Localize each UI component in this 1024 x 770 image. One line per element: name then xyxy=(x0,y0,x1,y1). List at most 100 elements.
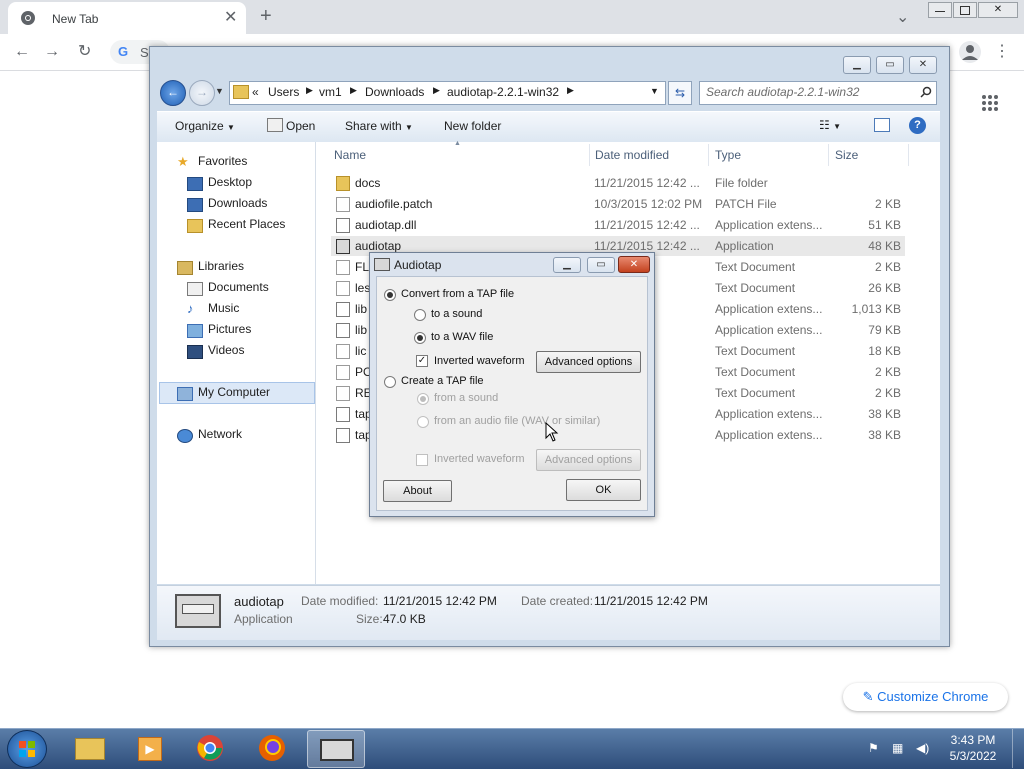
taskbar-clock[interactable]: 3:43 PM 5/3/2022 xyxy=(942,733,1004,763)
create-tap-radio[interactable] xyxy=(384,376,396,388)
file-size: 1,013 KB xyxy=(851,302,901,316)
dialog-app-icon xyxy=(374,258,390,271)
refresh-icon[interactable]: ⇆ xyxy=(668,81,692,105)
from-sound-radio[interactable] xyxy=(417,393,429,405)
inverted-waveform-checkbox-2[interactable] xyxy=(416,454,428,466)
breadcrumb-audiotap[interactable]: audiotap-2.2.1-win32 xyxy=(447,85,559,99)
new-tab-button[interactable]: + xyxy=(260,6,272,26)
nav-downloads[interactable]: Downloads xyxy=(208,196,267,210)
file-date: 11/21/2015 12:42 ... xyxy=(594,239,700,253)
new-folder-button[interactable]: New folder xyxy=(444,119,501,133)
customize-chrome-button[interactable]: ✎ Customize Chrome xyxy=(843,683,1008,711)
nav-videos[interactable]: Videos xyxy=(208,343,244,357)
nav-recent-places[interactable]: Recent Places xyxy=(208,217,285,231)
taskbar-audiotap-button[interactable] xyxy=(307,730,365,768)
address-bar[interactable]: « Users ▶ vm1 ▶ Downloads ▶ audiotap-2.2… xyxy=(229,81,666,105)
audiotap-app-icon xyxy=(175,594,221,628)
column-size[interactable]: Size xyxy=(835,148,858,162)
inverted-waveform-checkbox[interactable]: ✓ xyxy=(416,355,428,367)
explorer-close-button[interactable]: ✕ xyxy=(909,56,937,74)
action-center-icon[interactable]: ⚑ xyxy=(868,741,879,755)
taskbar-firefox-button[interactable] xyxy=(246,730,302,766)
explorer-back-button[interactable]: ← xyxy=(160,80,186,106)
taskbar-chrome-button[interactable] xyxy=(184,730,240,766)
explorer-forward-button[interactable]: → xyxy=(189,80,215,106)
google-apps-icon[interactable] xyxy=(981,94,999,112)
search-icon[interactable] xyxy=(920,86,932,98)
breadcrumb-users[interactable]: Users xyxy=(268,85,299,99)
nav-pictures[interactable]: Pictures xyxy=(208,322,251,336)
nav-desktop[interactable]: Desktop xyxy=(208,175,252,189)
minimize-button[interactable] xyxy=(928,2,952,18)
reload-icon[interactable]: ↻ xyxy=(78,44,91,60)
from-audio-file-radio[interactable] xyxy=(417,416,429,428)
back-icon[interactable]: ← xyxy=(14,44,30,60)
to-wav-radio[interactable] xyxy=(414,332,426,344)
close-window-button[interactable]: ✕ xyxy=(978,2,1018,18)
breadcrumb-downloads[interactable]: Downloads xyxy=(365,85,424,99)
dialog-title: Audiotap xyxy=(394,258,442,272)
pictures-icon xyxy=(187,324,203,338)
folder-icon xyxy=(75,738,105,760)
column-type[interactable]: Type xyxy=(715,148,741,162)
breadcrumb-overflow[interactable]: « xyxy=(252,85,259,99)
file-date: 11/21/2015 12:42 ... xyxy=(594,218,700,232)
details-created-label: Date created: xyxy=(521,594,594,608)
preview-pane-icon[interactable] xyxy=(874,118,890,132)
dialog-minimize-button[interactable]: ▁ xyxy=(553,257,581,273)
nav-libraries[interactable]: Libraries xyxy=(198,259,244,273)
media-player-icon: ▶ xyxy=(138,737,162,761)
explorer-minimize-button[interactable]: ▁ xyxy=(843,56,871,74)
forward-icon[interactable]: → xyxy=(44,44,60,60)
taskbar-media-player-button[interactable]: ▶ xyxy=(122,730,178,766)
chrome-menu-icon[interactable]: ⋮ xyxy=(994,44,1010,60)
profile-avatar[interactable] xyxy=(959,41,981,63)
close-tab-icon[interactable]: ✕ xyxy=(224,10,237,26)
nav-my-computer[interactable]: My Computer xyxy=(198,385,270,399)
address-dropdown-icon[interactable]: ▼ xyxy=(650,86,659,96)
file-row[interactable]: audiofile.patch 10/3/2015 12:02 PM PATCH F… xyxy=(331,194,905,214)
file-row[interactable]: audiotap.dll 11/21/2015 12:42 ... Applicat… xyxy=(331,215,905,235)
file-type: Application extens... xyxy=(715,302,823,316)
explorer-maximize-button[interactable]: ▭ xyxy=(876,56,904,74)
recent-pages-dropdown-icon[interactable]: ▼ xyxy=(215,86,224,96)
dll-file-icon xyxy=(336,218,350,233)
view-options-icon[interactable]: ☷ ▼ xyxy=(819,118,841,132)
restore-button[interactable] xyxy=(953,2,977,18)
file-size: 2 KB xyxy=(874,365,901,379)
show-desktop-button[interactable] xyxy=(1012,729,1024,768)
nav-documents[interactable]: Documents xyxy=(208,280,269,294)
convert-from-tap-radio[interactable] xyxy=(384,289,396,301)
to-sound-radio[interactable] xyxy=(414,309,426,321)
nav-music[interactable]: Music xyxy=(208,301,239,315)
file-name: audiotap.dll xyxy=(355,218,417,232)
inverted-waveform-label-2: Inverted waveform xyxy=(434,453,525,465)
file-name: audiofile.patch xyxy=(355,197,433,211)
nav-favorites[interactable]: Favorites xyxy=(198,154,247,168)
tab-search-icon[interactable]: ⌄ xyxy=(896,10,909,26)
nav-network[interactable]: Network xyxy=(198,427,242,441)
ok-button[interactable]: OK xyxy=(566,479,641,501)
open-button[interactable]: Open xyxy=(286,119,315,133)
taskbar-explorer-button[interactable] xyxy=(61,730,117,766)
breadcrumb-vm1[interactable]: vm1 xyxy=(319,85,342,99)
breadcrumb-separator: ▶ xyxy=(306,85,313,95)
help-icon[interactable]: ? xyxy=(909,117,926,134)
network-tray-icon[interactable]: ▦ xyxy=(892,741,903,755)
dialog-maximize-button[interactable]: ▭ xyxy=(587,257,615,273)
start-button[interactable] xyxy=(7,730,47,768)
sort-ascending-icon: ▲ xyxy=(454,140,461,147)
column-date-modified[interactable]: Date modified xyxy=(595,148,669,162)
search-input[interactable]: Search audiotap-2.2.1-win32 xyxy=(699,81,937,105)
share-with-menu[interactable]: Share with ▼ xyxy=(345,119,413,133)
organize-menu[interactable]: Organize ▼ xyxy=(175,119,235,133)
about-button[interactable]: About xyxy=(383,480,452,502)
chrome-tab-new-tab[interactable]: New Tab ✕ xyxy=(8,2,246,34)
text-file-icon xyxy=(336,197,350,212)
dialog-close-button[interactable]: ✕ xyxy=(618,256,650,273)
advanced-options-button-2[interactable]: Advanced options xyxy=(536,449,641,471)
file-row[interactable]: docs 11/21/2015 12:42 ... File folder xyxy=(331,173,905,193)
volume-icon[interactable]: ◀) xyxy=(916,741,929,755)
column-name[interactable]: Name xyxy=(334,148,366,162)
advanced-options-button[interactable]: Advanced options xyxy=(536,351,641,373)
